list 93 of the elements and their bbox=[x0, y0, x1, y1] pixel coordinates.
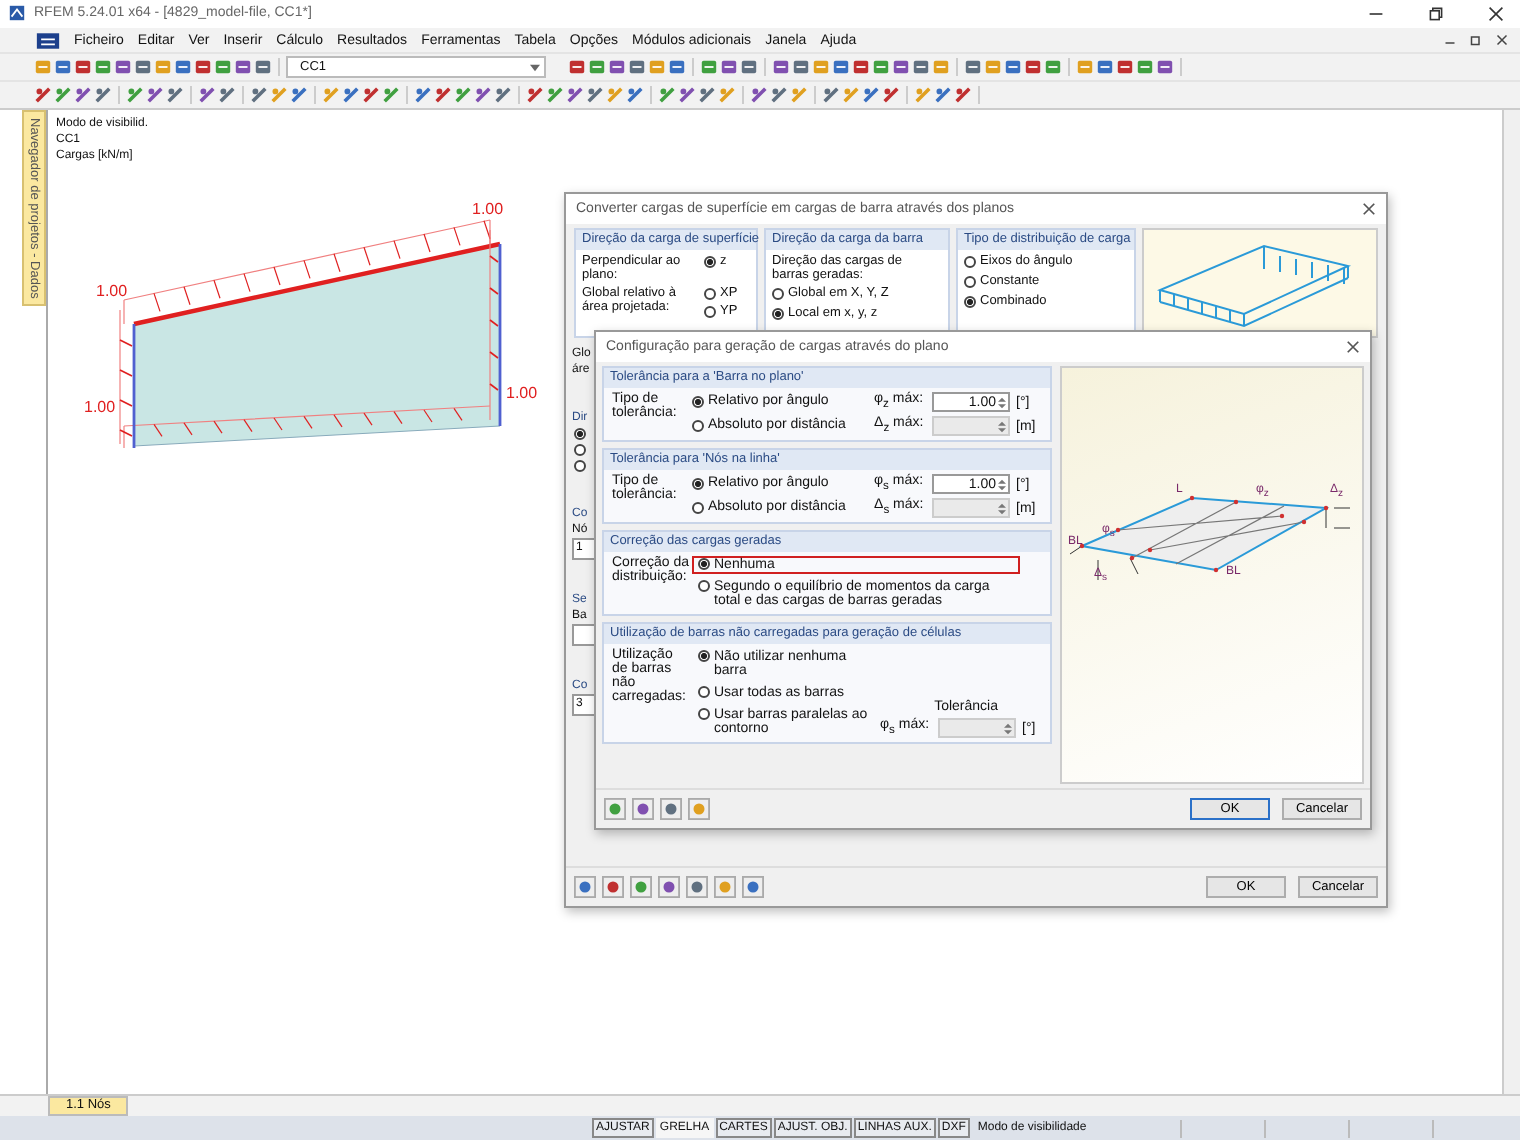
toolbar-icon[interactable] bbox=[588, 58, 606, 76]
toolbar-icon[interactable] bbox=[586, 86, 604, 104]
toolbar-icon[interactable] bbox=[94, 86, 112, 104]
toolbar-icon[interactable] bbox=[546, 86, 564, 104]
toolbar-icon[interactable] bbox=[250, 86, 268, 104]
toolbar-icon[interactable] bbox=[964, 58, 982, 76]
toolbar-icon[interactable] bbox=[626, 86, 644, 104]
dialog-tool-icon[interactable] bbox=[604, 798, 626, 820]
dialog-tool-icon[interactable] bbox=[658, 876, 680, 899]
restore-icon[interactable] bbox=[1470, 34, 1482, 46]
dialog-tool-icon[interactable] bbox=[602, 876, 624, 899]
toolbar-icon[interactable] bbox=[198, 86, 216, 104]
restore-icon[interactable] bbox=[1428, 5, 1444, 21]
load-value: 1.00 bbox=[84, 398, 116, 416]
load-value: 1.00 bbox=[472, 200, 504, 218]
toolbar-icon[interactable] bbox=[1024, 58, 1042, 76]
toolbar-icon[interactable] bbox=[568, 58, 586, 76]
toolbar-icon[interactable] bbox=[494, 86, 512, 104]
toolbar-icon[interactable] bbox=[474, 86, 492, 104]
dialog-tool-icon[interactable] bbox=[630, 876, 652, 899]
close-icon[interactable] bbox=[1346, 340, 1360, 354]
toolbar-icon[interactable] bbox=[770, 86, 788, 104]
toolbar-icon[interactable] bbox=[658, 86, 676, 104]
dialog-tool-icon[interactable] bbox=[574, 876, 596, 899]
toolbar-icon[interactable] bbox=[678, 86, 696, 104]
toolbar-icon[interactable] bbox=[218, 86, 236, 104]
toolbar-icon[interactable] bbox=[628, 58, 646, 76]
toolbar-icon[interactable] bbox=[608, 58, 626, 76]
toolbar-icon[interactable] bbox=[454, 86, 472, 104]
toolbar-icon[interactable] bbox=[74, 58, 92, 76]
load-value: 1.00 bbox=[506, 384, 538, 402]
toolbar-icon[interactable] bbox=[792, 58, 810, 76]
spinner-icon[interactable] bbox=[998, 395, 1006, 409]
toolbar-icon[interactable] bbox=[254, 58, 272, 76]
dialog-tool-icon[interactable] bbox=[742, 876, 764, 899]
radio-button[interactable] bbox=[574, 459, 586, 472]
toolbar-icon[interactable] bbox=[862, 86, 880, 104]
radio-button[interactable] bbox=[574, 443, 586, 456]
toolbar-icon[interactable] bbox=[1004, 58, 1022, 76]
toolbar-icon[interactable] bbox=[822, 86, 840, 104]
toolbar-icon[interactable] bbox=[74, 86, 92, 104]
toolbar-icon[interactable] bbox=[720, 58, 738, 76]
dialog-tool-icon[interactable] bbox=[660, 798, 682, 820]
toolbar-icon[interactable] bbox=[912, 58, 930, 76]
toolbar-icon[interactable] bbox=[126, 86, 144, 104]
toolbar-icon[interactable] bbox=[954, 86, 972, 104]
toolbar-icon[interactable] bbox=[892, 58, 910, 76]
toolbar-icon[interactable] bbox=[740, 58, 758, 76]
toolbar-icon[interactable] bbox=[362, 86, 380, 104]
toolbar-icon[interactable] bbox=[54, 86, 72, 104]
dialog-tool-icon[interactable] bbox=[632, 798, 654, 820]
toolbar-icon[interactable] bbox=[166, 86, 184, 104]
caret-icon[interactable] bbox=[530, 63, 540, 71]
toolbar-icon[interactable] bbox=[698, 86, 716, 104]
close-icon[interactable] bbox=[1362, 201, 1376, 216]
toolbar-icon[interactable] bbox=[882, 86, 900, 104]
toolbar-icon[interactable] bbox=[750, 86, 768, 104]
toolbar-icon[interactable] bbox=[526, 86, 544, 104]
toolbar-icon[interactable] bbox=[414, 86, 432, 104]
toolbar-icon[interactable] bbox=[1096, 58, 1114, 76]
toolbar-icon[interactable] bbox=[234, 58, 252, 76]
toolbar-icon[interactable] bbox=[134, 58, 152, 76]
toolbar-icon[interactable] bbox=[668, 58, 686, 76]
toolbar-icon[interactable] bbox=[146, 86, 164, 104]
toolbar-icon[interactable] bbox=[342, 86, 360, 104]
toolbar-icon[interactable] bbox=[852, 58, 870, 76]
toolbar-icon[interactable] bbox=[290, 86, 308, 104]
document-icon[interactable] bbox=[36, 31, 60, 49]
toolbar-icon[interactable] bbox=[1136, 58, 1154, 76]
toolbar-icon[interactable] bbox=[114, 58, 132, 76]
toolbar-icon[interactable] bbox=[1156, 58, 1174, 76]
toolbar-icon[interactable] bbox=[54, 58, 72, 76]
toolbar-icon[interactable] bbox=[700, 58, 718, 76]
close-icon[interactable] bbox=[1488, 5, 1504, 21]
toolbar-icon[interactable] bbox=[34, 86, 52, 104]
toolbar-icon[interactable] bbox=[214, 58, 232, 76]
toolbar-icon[interactable] bbox=[1116, 58, 1134, 76]
toolbar-icon[interactable] bbox=[772, 58, 790, 76]
toolbar-icon[interactable] bbox=[934, 86, 952, 104]
spinner-icon[interactable] bbox=[998, 477, 1006, 491]
toolbar-icon[interactable] bbox=[94, 58, 112, 76]
radio-button[interactable] bbox=[574, 427, 586, 440]
toolbar-icon[interactable] bbox=[194, 58, 212, 76]
dialog-tool-icon[interactable] bbox=[686, 876, 708, 899]
toolbar-icon[interactable] bbox=[832, 58, 850, 76]
toolbar-icon[interactable] bbox=[174, 58, 192, 76]
toolbar-icon[interactable] bbox=[1044, 58, 1062, 76]
toolbar-icon[interactable] bbox=[566, 86, 584, 104]
toolbar-icon[interactable] bbox=[382, 86, 400, 104]
toolbar-icon[interactable] bbox=[872, 58, 890, 76]
load-value: 1.00 bbox=[96, 282, 128, 300]
close-icon[interactable] bbox=[1496, 34, 1508, 46]
toolbar-icon[interactable] bbox=[434, 86, 452, 104]
